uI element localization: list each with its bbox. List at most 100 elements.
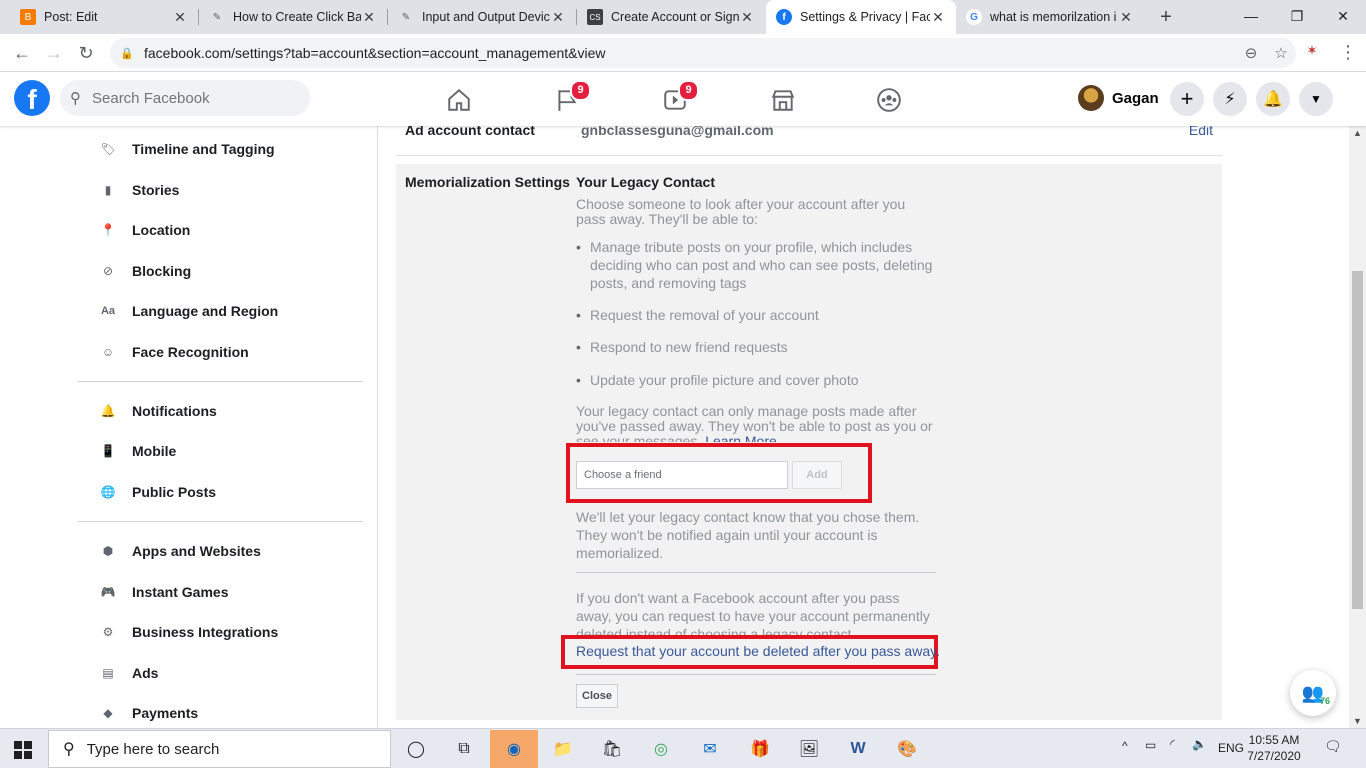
edge-browser-icon[interactable]: ◉	[490, 730, 538, 768]
store-icon[interactable]: 🛍	[588, 730, 636, 768]
contacts-count-badge: 76	[1319, 696, 1330, 706]
add-legacy-contact-button[interactable]: Add	[792, 461, 842, 489]
mail-icon[interactable]: ✉	[686, 730, 734, 768]
close-icon[interactable]: ✕	[361, 9, 377, 26]
chevron-up-icon[interactable]: ^	[1122, 739, 1128, 753]
sidebar-item-timeline-tagging[interactable]: 🏷 Timeline and Tagging	[96, 135, 274, 163]
close-icon[interactable]: ✕	[1118, 9, 1134, 26]
system-clock[interactable]: 10:55 AM 7/27/2020	[1244, 732, 1304, 764]
sidebar-item-instant-games[interactable]: 🎮 Instant Games	[96, 578, 229, 606]
tab-memorialization-search[interactable]: G what is memorilzation i ✕	[956, 0, 1144, 34]
sidebar-item-apps-websites[interactable]: ⬢ Apps and Websites	[96, 537, 261, 565]
sidebar-item-ads[interactable]: ▤ Ads	[96, 659, 158, 687]
extension-icon[interactable]: ✶	[1300, 42, 1324, 64]
sidebar-item-language-region[interactable]: Aa Language and Region	[96, 297, 278, 325]
cs-icon: CS	[587, 9, 603, 25]
tab-settings-privacy[interactable]: f Settings & Privacy | Fac ✕	[766, 0, 956, 34]
settings-content: Ad account contact gnbclassesguna@gmail.…	[379, 126, 1349, 728]
apps-cube-icon: ⬢	[102, 544, 114, 558]
profile-shortcut[interactable]: Gagan	[1078, 82, 1159, 114]
close-icon[interactable]: ✕	[739, 9, 755, 26]
url-omnibox[interactable]: 🔒 facebook.com/settings?tab=account&sect…	[110, 38, 1296, 68]
tab-input-output[interactable]: ✎ Input and Output Devic ✕	[388, 0, 576, 34]
browser-menu-icon[interactable]: ⋮	[1336, 42, 1360, 64]
close-icon[interactable]: ✕	[930, 9, 946, 26]
sidebar-item-mobile[interactable]: 📱 Mobile	[96, 437, 177, 465]
minimize-button[interactable]: —	[1228, 0, 1274, 34]
scroll-down-icon[interactable]: ▼	[1353, 716, 1362, 726]
edit-link[interactable]: Edit	[1189, 126, 1213, 138]
sidebar-item-payments[interactable]: ◆ Payments	[96, 699, 198, 727]
nav-pages[interactable]: 9	[512, 80, 622, 120]
mobile-icon: 📱	[100, 444, 116, 458]
page-scrollbar[interactable]: ▲ ▼	[1349, 126, 1366, 728]
sidebar-item-label: Location	[132, 222, 191, 238]
tab-post-edit[interactable]: B Post: Edit ✕	[10, 0, 198, 34]
sidebar-item-label: Language and Region	[132, 303, 279, 319]
facebook-logo-icon[interactable]: f	[14, 80, 50, 116]
business-integrations-icon: ⚙	[102, 625, 114, 639]
nav-watch[interactable]: 9	[620, 80, 730, 120]
learn-more-link[interactable]: Learn More	[705, 433, 777, 443]
back-button[interactable]: ←	[10, 42, 34, 64]
reload-button[interactable]: ↻	[74, 42, 98, 64]
account-menu-button[interactable]: ▼	[1299, 82, 1333, 116]
sidebar-item-label: Mobile	[132, 443, 177, 459]
scroll-up-icon[interactable]: ▲	[1353, 128, 1362, 138]
url-text[interactable]: facebook.com/settings?tab=account&sectio…	[144, 45, 1236, 61]
sidebar-item-label: Blocking	[132, 263, 192, 279]
gift-icon[interactable]: 🎁	[736, 730, 784, 768]
settings-sidebar: 🏷 Timeline and Tagging ▮ Stories 📍 Locat…	[0, 126, 378, 728]
sidebar-item-notifications[interactable]: 🔔 Notifications	[96, 397, 217, 425]
sidebar-item-location[interactable]: 📍 Location	[96, 216, 191, 244]
battery-icon[interactable]: ▭	[1145, 738, 1156, 752]
task-view-icon[interactable]: ⧉	[440, 730, 488, 768]
facebook-search-box[interactable]: ⚲	[60, 80, 310, 116]
sidebar-item-public-posts[interactable]: 🌐 Public Posts	[96, 478, 217, 506]
action-center-icon[interactable]: 🗨	[1324, 738, 1342, 755]
request-deletion-link[interactable]: Request that your account be deleted aft…	[576, 643, 940, 659]
nav-home[interactable]	[404, 80, 514, 120]
sidebar-item-business-integrations[interactable]: ⚙ Business Integrations	[96, 618, 279, 646]
notifications-button[interactable]: 🔔	[1256, 82, 1290, 116]
chrome-icon[interactable]: ◎	[637, 730, 685, 768]
nav-groups[interactable]	[834, 80, 944, 120]
messenger-button[interactable]: ⚡	[1213, 82, 1247, 116]
create-button[interactable]: +	[1170, 82, 1204, 116]
windows-taskbar: ⚲ Type here to search ◯ ⧉ ◉ 📁 🛍 ◎ ✉ 🎁 🖼 …	[0, 728, 1366, 768]
new-tab-button[interactable]: +	[1154, 5, 1178, 29]
sidebar-item-stories[interactable]: ▮ Stories	[96, 176, 180, 204]
close-icon[interactable]: ✕	[172, 9, 188, 26]
zoom-icon[interactable]: ⊖	[1236, 44, 1266, 62]
tab-click-bar[interactable]: ✎ How to Create Click Bar ✕	[199, 0, 387, 34]
nav-marketplace[interactable]	[728, 80, 838, 120]
forward-button[interactable]: →	[42, 42, 66, 64]
paint-palette-icon[interactable]: 🎨	[883, 730, 931, 768]
scrollbar-thumb[interactable]	[1352, 271, 1363, 609]
tab-create-account[interactable]: CS Create Account or Sign ✕	[577, 0, 765, 34]
restore-button[interactable]: ❐	[1274, 0, 1320, 34]
paint-app-icon[interactable]: 🖼	[785, 730, 833, 768]
clock-date: 7/27/2020	[1247, 749, 1301, 763]
close-button[interactable]: Close	[576, 684, 618, 708]
google-icon: G	[966, 9, 982, 25]
sidebar-item-face-recognition[interactable]: ☺ Face Recognition	[96, 338, 249, 366]
windows-start-icon[interactable]	[14, 741, 32, 759]
tab-title: Settings & Privacy | Fac	[800, 10, 930, 24]
new-message-button[interactable]: 👥 76	[1290, 670, 1336, 716]
sidebar-item-blocking[interactable]: ⊘ Blocking	[96, 257, 191, 285]
cortana-icon[interactable]: ◯	[392, 730, 440, 768]
search-input[interactable]	[92, 89, 292, 107]
taskbar-search-box[interactable]: ⚲ Type here to search	[48, 730, 391, 768]
bookmark-star-icon[interactable]: ☆	[1266, 44, 1296, 62]
bell-icon: 🔔	[1263, 91, 1283, 108]
choose-friend-input[interactable]	[576, 461, 788, 489]
window-close-button[interactable]: ✕	[1320, 0, 1366, 34]
file-explorer-icon[interactable]: 📁	[539, 730, 587, 768]
volume-icon[interactable]: 🔈	[1192, 737, 1207, 751]
input-language[interactable]: ENG	[1218, 741, 1244, 755]
word-icon[interactable]: W	[834, 730, 882, 768]
wifi-icon[interactable]: ◜	[1170, 737, 1175, 751]
close-icon[interactable]: ✕	[550, 9, 566, 26]
sidebar-item-label: Notifications	[132, 403, 217, 419]
